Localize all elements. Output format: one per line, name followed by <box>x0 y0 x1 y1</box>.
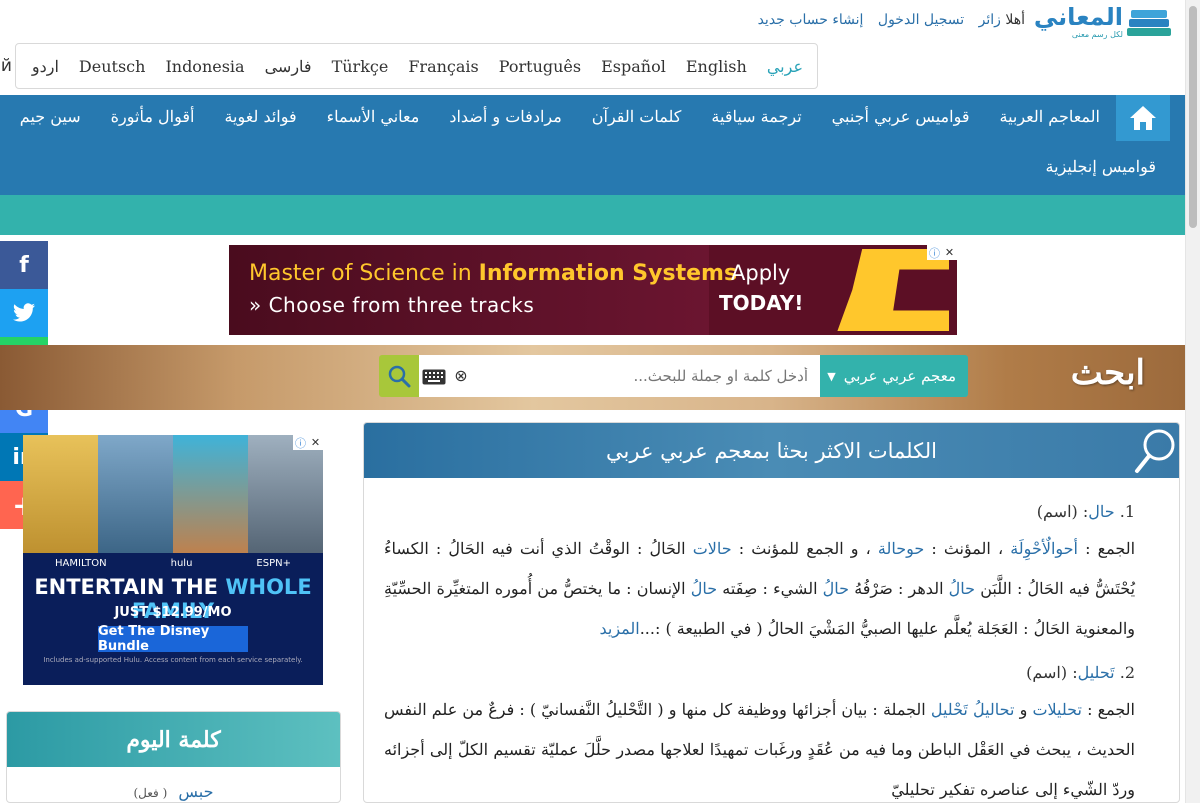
logo-text: المعاني <box>1033 3 1123 31</box>
language-selector: عربي English Español Português Français … <box>0 43 818 89</box>
magnifier-icon <box>1135 429 1175 473</box>
ad-headline: Master of Science in Information Systems <box>249 261 738 286</box>
nav-quotes[interactable]: أقوال مأثورة <box>111 107 195 126</box>
ad-logo-icon <box>837 249 949 331</box>
logo-tagline: لكل رسم معنى <box>1071 30 1123 39</box>
lang-persian[interactable]: فارسی <box>265 57 312 76</box>
ad-cta-apply: Apply <box>731 261 791 285</box>
lang-russian[interactable]: Русский <box>0 56 12 76</box>
ad-info-icon[interactable]: ⓘ <box>293 435 308 450</box>
nav-contextual-translation[interactable]: ترجمة سياقية <box>711 107 801 126</box>
lang-indonesian[interactable]: Indonesia <box>165 57 244 76</box>
lang-arabic[interactable]: عربي <box>767 57 803 76</box>
ad-brand-row: HAMILTON hulu ESPN+ <box>23 553 323 573</box>
search-title: ابحث <box>1070 353 1145 393</box>
chevron-down-icon: ▼ <box>827 369 836 383</box>
side-advertisement[interactable]: HAMILTON hulu ESPN+ ENTERTAIN THE WHOLE … <box>23 435 323 685</box>
visitor-link[interactable]: زائر <box>979 12 1001 28</box>
nav-row-2: قواميس إنجليزية <box>1016 157 1156 176</box>
banner-advertisement[interactable]: Master of Science in Information Systems… <box>229 245 957 335</box>
nav-quran-words[interactable]: كلمات القرآن <box>592 107 682 126</box>
page-scrollbar[interactable] <box>1185 0 1200 803</box>
more-link[interactable]: المزيد <box>599 619 639 638</box>
entry-link[interactable]: تحاليلُ <box>973 700 1014 719</box>
teal-subnav-bar <box>0 195 1185 235</box>
ad-side-cta-button[interactable]: Get The Disney Bundle <box>98 624 248 654</box>
entry-word-link[interactable]: حال <box>1088 502 1114 521</box>
entry-link[interactable]: أحْوِلَة <box>1010 539 1042 558</box>
entry-link[interactable]: حالُ <box>823 579 849 598</box>
main-nav: المعاجم العربية قواميس عربي أجنبي ترجمة … <box>0 95 1185 195</box>
dictionary-select[interactable]: معجم عربي عربي ▼ <box>820 355 968 397</box>
ad-side-price: JUST $12.99/MO <box>114 605 232 620</box>
site-logo[interactable]: المعاني لكل رسم معنى <box>1034 4 1171 40</box>
twitter-icon <box>13 303 35 322</box>
search-section: ابحث معجم عربي عربي ▼ ⊗ <box>0 345 1185 410</box>
ad-poster <box>248 435 323 570</box>
lang-english[interactable]: English <box>686 57 747 76</box>
entry-link[interactable]: تحليلات <box>1032 700 1082 719</box>
ad-cta-today: TODAY! <box>719 291 804 315</box>
entry-heading: 1. حال: (اسم) <box>1036 502 1135 521</box>
facebook-share-button[interactable]: f <box>0 241 48 289</box>
entry-link[interactable]: حالُ <box>691 579 717 598</box>
login-link[interactable]: تسجيل الدخول <box>878 12 964 28</box>
entry-word-link[interactable]: تَحليل <box>1078 663 1115 682</box>
ad-poster <box>98 435 173 570</box>
entry-link[interactable]: حالُ <box>949 579 975 598</box>
facebook-icon: f <box>19 252 29 278</box>
nav-qa[interactable]: سين جيم <box>20 107 81 126</box>
nav-arabic-dictionaries[interactable]: المعاجم العربية <box>999 107 1100 126</box>
search-icon <box>388 365 411 388</box>
nav-synonyms-antonyms[interactable]: مرادفات و أضداد <box>449 107 561 126</box>
nav-row-1: المعاجم العربية قواميس عربي أجنبي ترجمة … <box>0 107 1100 126</box>
lang-urdu[interactable]: اردو <box>32 57 59 76</box>
book-logo-icon <box>1127 6 1171 38</box>
lang-turkish[interactable]: Türkçe <box>332 57 389 76</box>
entry-link[interactable]: تَحْليل <box>931 700 968 719</box>
ad-subline: » Choose from three tracks <box>249 293 535 317</box>
search-input[interactable] <box>419 355 820 397</box>
ad-close-icon[interactable]: ✕ <box>942 245 957 260</box>
entry-link[interactable]: حوحالة <box>878 539 924 558</box>
word-of-the-day-type: ( فعل) <box>133 786 168 800</box>
panel-title: الكلمات الاكثر بحثا بمعجم عربي عربي <box>606 438 937 463</box>
search-button[interactable] <box>379 355 419 397</box>
nav-linguistic-tips[interactable]: فوائد لغوية <box>224 107 296 126</box>
register-link[interactable]: إنشاء حساب جديد <box>758 12 864 28</box>
most-searched-panel: الكلمات الاكثر بحثا بمعجم عربي عربي 1. ح… <box>363 422 1180 803</box>
entry-link[interactable]: أحوالٌ <box>1042 539 1078 558</box>
lang-french[interactable]: Français <box>408 57 478 76</box>
nav-english-dictionaries[interactable]: قواميس إنجليزية <box>1046 157 1156 176</box>
keyboard-icon[interactable] <box>422 369 446 385</box>
top-bar: المعاني لكل رسم معنى أهلا زائر تسجيل الد… <box>0 0 1185 44</box>
lang-spanish[interactable]: Español <box>601 57 666 76</box>
lang-german[interactable]: Deutsch <box>79 57 146 76</box>
home-icon <box>1130 106 1156 130</box>
word-of-the-day: كلمة اليوم حبس ( فعل) <box>6 711 341 803</box>
entry-definition: الجمع : تحليلات و تحاليلُ تَحْليل الجملة… <box>384 700 1136 799</box>
entry-definition: الجمع : أحوالٌأحْوِلَة ، المؤنث : حوحالة… <box>384 539 1136 638</box>
nav-name-meanings[interactable]: معاني الأسماء <box>327 107 420 126</box>
entry-heading: 2. تَحليل: (اسم) <box>1026 663 1135 682</box>
lang-portuguese[interactable]: Português <box>499 57 581 76</box>
nav-arabic-foreign-dictionaries[interactable]: قواميس عربي أجنبي <box>832 107 970 126</box>
scrollbar-thumb[interactable] <box>1189 6 1197 228</box>
ad-poster <box>23 435 98 570</box>
clear-search-icon[interactable]: ⊗ <box>452 366 470 385</box>
twitter-share-button[interactable] <box>0 289 48 337</box>
greeting: أهلا زائر <box>978 12 1025 28</box>
ad-poster <box>173 435 248 570</box>
ad-close-icon[interactable]: ✕ <box>308 435 323 450</box>
entry-link[interactable]: حالات <box>693 539 732 558</box>
auth-links: أهلا زائر تسجيل الدخول إنشاء حساب جديد <box>748 12 1025 28</box>
home-button[interactable] <box>1116 95 1170 141</box>
panel-header: الكلمات الاكثر بحثا بمعجم عربي عربي <box>364 423 1179 478</box>
ad-side-fineprint: Includes ad-supported Hulu. Access conte… <box>43 656 303 664</box>
word-of-the-day-title: كلمة اليوم <box>7 712 340 767</box>
ad-info-icon[interactable]: ⓘ <box>927 245 942 260</box>
word-of-the-day-word[interactable]: حبس <box>178 782 213 801</box>
